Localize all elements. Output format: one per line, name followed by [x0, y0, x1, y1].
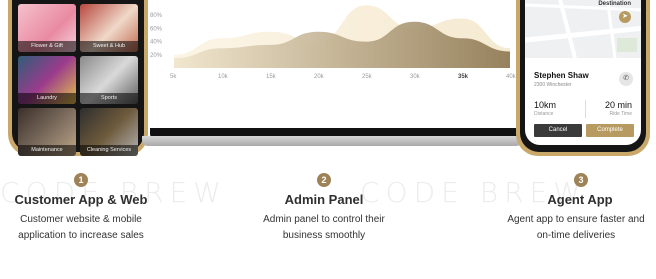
distance-value: 10km: [534, 100, 557, 110]
phone-call-icon[interactable]: ✆: [619, 72, 633, 86]
x-tick-label: 15k: [266, 74, 277, 80]
agent-name: Stephen Shaw: [534, 71, 589, 80]
feature-desc-line: Admin panel to control their: [263, 214, 385, 225]
service-tile-label: Flower & Gift: [18, 41, 76, 52]
feature-desc-agent-app: Agent app to ensure faster and on-time d…: [496, 212, 656, 244]
feature-number-badge: 1: [74, 173, 88, 187]
feature-desc-line: business smoothly: [282, 230, 366, 241]
service-tile-flower-gift[interactable]: Flower & Gift: [18, 4, 76, 52]
service-tile-grid: Flower & Gift Sweet & Hub Laundry Sports…: [18, 0, 138, 156]
y-tick-label: 40%: [150, 40, 163, 46]
cancel-button[interactable]: Cancel: [534, 124, 582, 137]
agent-phone-frame: Destination ➤ Stephen Shaw 2300 Winchest…: [520, 0, 646, 152]
y-tick-label: 60%: [150, 26, 163, 32]
feature-number-badge: 3: [574, 173, 588, 187]
complete-button[interactable]: Complete: [586, 124, 634, 137]
agent-phone-mockup: Destination ➤ Stephen Shaw 2300 Winchest…: [516, 0, 650, 156]
navigation-pin-icon[interactable]: ➤: [619, 11, 631, 23]
feature-desc-customer-app: Customer website & mobile application to…: [0, 212, 162, 244]
service-tile-label: Cleaning Services: [80, 145, 138, 156]
agent-address: 2300 Winchester: [534, 82, 572, 88]
admin-area-chart: 80%60%40%20%5k 10k 15k 20k 25k 30k 35k 40k: [150, 5, 517, 80]
x-tick-label: 25k: [362, 74, 373, 80]
service-tile-label: Sweet & Hub: [80, 41, 138, 52]
admin-laptop-mockup: 80% 60% 40% 20% 5k 10k 15k 20k 25k 30k 35k 40k: [150, 0, 518, 138]
x-tick-label: 30k: [410, 74, 421, 80]
x-tick-label: 35k: [458, 74, 469, 80]
customer-phone-mockup: Flower & Gift Sweet & Hub Laundry Sports…: [8, 0, 148, 156]
x-tick-label: 10k: [218, 74, 229, 80]
service-tile-maintenance[interactable]: Maintenance: [18, 108, 76, 156]
service-tile-cleaning[interactable]: Cleaning Services: [80, 108, 138, 156]
distance-label: Distance: [534, 111, 554, 117]
service-tile-sweet-hub[interactable]: Sweet & Hub: [80, 4, 138, 52]
feature-desc-line: Agent app to ensure faster and: [507, 214, 645, 225]
feature-title-agent-app: Agent App: [547, 192, 613, 207]
feature-title-admin-panel: Admin Panel: [284, 192, 364, 207]
destination-label: Destination: [598, 1, 631, 7]
ride-time-label: Ride Time: [609, 111, 632, 117]
service-tile-label: Maintenance: [18, 145, 76, 156]
feature-title-customer-app: Customer App & Web: [14, 192, 148, 207]
laptop-base: [142, 136, 522, 146]
feature-desc-line: application to increase sales: [18, 230, 144, 241]
feature-desc-line: on-time deliveries: [536, 230, 616, 241]
feature-number-badge: 2: [317, 173, 331, 187]
service-tile-label: Laundry: [18, 93, 76, 104]
ride-time-value: 20 min: [604, 100, 632, 110]
x-tick-label: 20k: [314, 74, 325, 80]
stats-divider: [585, 100, 586, 118]
agent-phone-screen: Destination ➤ Stephen Shaw 2300 Winchest…: [525, 0, 641, 145]
customer-phone-screen: Flower & Gift Sweet & Hub Laundry Sports…: [12, 0, 144, 156]
service-tile-label: Sports: [80, 93, 138, 104]
route-map[interactable]: Destination ➤: [525, 0, 641, 59]
x-tick-label: 5k: [170, 74, 177, 80]
map-roads: [525, 0, 641, 59]
service-tile-sports[interactable]: Sports: [80, 56, 138, 104]
y-tick-label: 80%: [150, 13, 163, 19]
admin-screen: 80% 60% 40% 20% 5k 10k 15k 20k 25k 30k 35k 40k: [150, 0, 518, 128]
y-tick-label: 20%: [150, 53, 163, 59]
feature-desc-line: Customer website & mobile: [20, 214, 142, 225]
service-tile-laundry[interactable]: Laundry: [18, 56, 76, 104]
feature-desc-admin-panel: Admin panel to control their business sm…: [244, 212, 404, 244]
